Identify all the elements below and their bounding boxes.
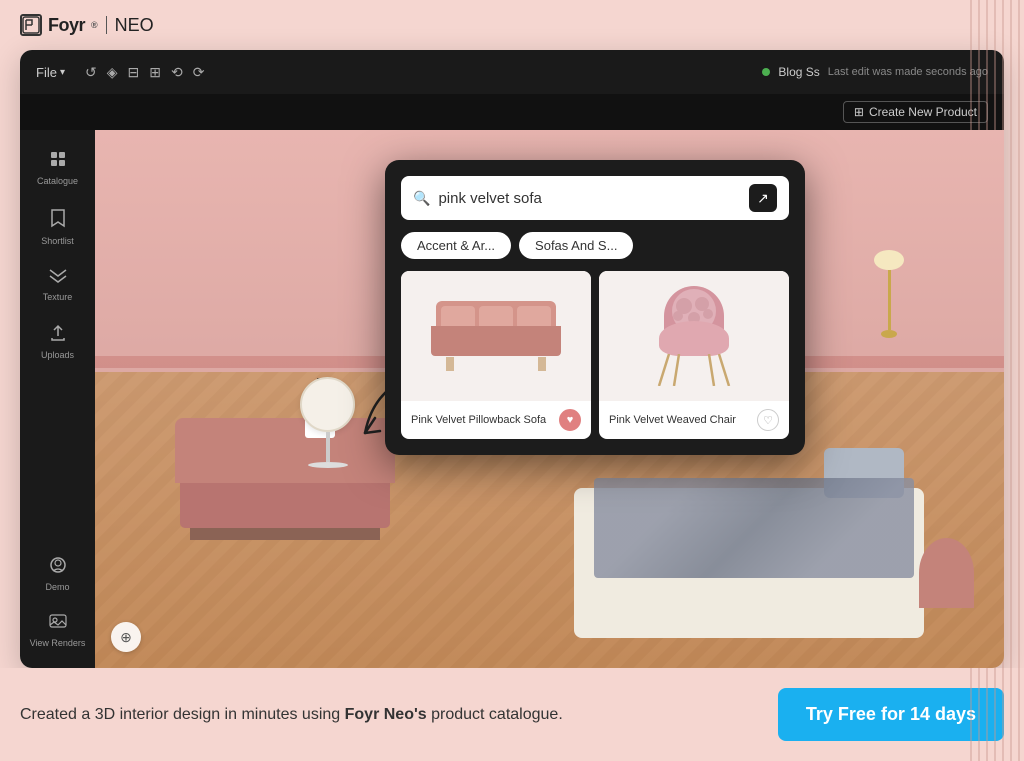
status-project-name: Blog Ss <box>778 65 819 79</box>
texture-icon <box>48 268 68 289</box>
search-result-sofa-name: Pink Velvet Pillowback Sofa <box>411 413 559 427</box>
uploads-icon <box>50 324 66 347</box>
search-result-chair-info: Pink Velvet Weaved Chair ♡ <box>599 401 789 439</box>
coffee-table <box>300 377 355 468</box>
bottom-text-bold: Foyr Neo's <box>345 706 427 723</box>
search-bar[interactable]: 🔍 ↗ <box>401 176 789 220</box>
search-result-sofa-image <box>401 271 591 401</box>
toolbar-draw-icon[interactable]: ◈ <box>107 64 118 81</box>
sidebar-texture-label: Texture <box>43 292 73 302</box>
toolbar-layers-icon[interactable]: ⊟ <box>128 64 140 81</box>
renders-icon <box>49 614 67 635</box>
toolbar-status: Blog Ss Last edit was made seconds ago <box>762 65 988 79</box>
toolbar-grid-icon[interactable]: ⊞ <box>149 64 161 81</box>
sofa-seat <box>180 483 390 528</box>
demo-icon <box>49 556 67 579</box>
search-result-sofa-info: Pink Velvet Pillowback Sofa ♥ <box>401 401 591 439</box>
room-bed <box>574 438 924 638</box>
sidebar-shortlist-label: Shortlist <box>41 236 74 246</box>
search-result-chair[interactable]: Pink Velvet Weaved Chair ♡ <box>599 271 789 439</box>
chevron-down-icon: ▾ <box>60 67 65 78</box>
compass-button[interactable]: ⊕ <box>111 622 141 652</box>
search-result-sofa[interactable]: Pink Velvet Pillowback Sofa ♥ <box>401 271 591 439</box>
room-scene: 🔍 ↗ Accent & Ar... Sofas And S... <box>95 130 1004 668</box>
search-result-chair-name: Pink Velvet Weaved Chair <box>609 413 757 427</box>
search-icon: 🔍 <box>413 190 430 207</box>
sidebar-renders-label: View Renders <box>30 638 86 648</box>
product-chair-visual <box>649 286 739 386</box>
sidebar-item-renders[interactable]: View Renders <box>26 606 90 656</box>
sofa-legs <box>190 528 380 540</box>
shortlist-icon <box>49 208 67 233</box>
lamp-pole <box>888 270 891 330</box>
status-dot-icon <box>762 68 770 76</box>
sidebar-bottom: Demo View Renders <box>26 548 90 656</box>
app-sidebar: Catalogue Shortlist Texture <box>20 130 95 668</box>
bottom-text-end: product catalogue. <box>427 706 563 723</box>
file-label: File <box>36 65 57 80</box>
room-lamp <box>874 250 904 350</box>
sidebar-item-catalogue[interactable]: Catalogue <box>20 142 95 194</box>
product-chair-legs <box>654 354 734 386</box>
lamp-shade <box>874 250 904 270</box>
bed-blanket <box>594 478 914 578</box>
product-sofa-leg-left <box>446 357 454 371</box>
search-tab-accent-label: Accent & Ar... <box>417 238 495 253</box>
toolbar-undo-icon[interactable]: ⟲ <box>171 64 183 81</box>
toolbar-redo-icon[interactable]: ⟳ <box>193 64 205 81</box>
heart-icon-sofa[interactable]: ♥ <box>559 409 581 431</box>
search-tab-sofas-label: Sofas And S... <box>535 238 617 253</box>
logo-registered: ® <box>91 20 98 30</box>
search-tab-sofas[interactable]: Sofas And S... <box>519 232 633 259</box>
search-tab-accent[interactable]: Accent & Ar... <box>401 232 511 259</box>
logo-divider <box>106 16 107 34</box>
create-new-product-button[interactable]: ⊞ Create New Product <box>843 101 988 123</box>
app-subtoolbar: ⊞ Create New Product <box>20 94 1004 130</box>
app-toolbar: File ▾ ↺ ◈ ⊟ ⊞ ⟲ ⟳ Blog Ss Last edit was… <box>20 50 1004 94</box>
toolbar-move-icon[interactable]: ↺ <box>85 64 97 81</box>
bottom-description: Created a 3D interior design in minutes … <box>20 703 778 727</box>
search-results: Pink Velvet Pillowback Sofa ♥ <box>401 271 789 439</box>
toolbar-icons: ↺ ◈ ⊟ ⊞ ⟲ ⟳ <box>85 64 204 81</box>
room-side-table <box>919 538 974 608</box>
cta-button[interactable]: Try Free for 14 days <box>778 688 1004 741</box>
catalogue-icon <box>49 150 67 173</box>
product-sofa-visual <box>426 301 566 371</box>
sidebar-item-uploads[interactable]: Uploads <box>20 316 95 368</box>
logo-neo-text: NEO <box>115 15 154 36</box>
logo: Foyr ® NEO <box>20 14 154 36</box>
product-sofa-seat <box>431 326 561 356</box>
sidebar-uploads-label: Uploads <box>41 350 74 360</box>
product-chair-seat <box>659 321 729 356</box>
product-sofa-leg-right <box>538 357 546 371</box>
logo-icon <box>20 14 42 36</box>
header: Foyr ® NEO <box>0 0 1024 50</box>
heart-icon-chair[interactable]: ♡ <box>757 409 779 431</box>
app-canvas: 🔍 ↗ Accent & Ar... Sofas And S... <box>95 130 1004 668</box>
app-screenshot: File ▾ ↺ ◈ ⊟ ⊞ ⟲ ⟳ Blog Ss Last edit was… <box>20 50 1004 668</box>
search-input[interactable] <box>438 190 749 207</box>
toolbar-file-menu[interactable]: File ▾ <box>36 65 65 80</box>
sidebar-catalogue-label: Catalogue <box>37 176 78 186</box>
lamp-base <box>881 330 897 338</box>
sidebar-item-demo[interactable]: Demo <box>26 548 90 600</box>
search-submit-icon[interactable]: ↗ <box>749 184 777 212</box>
logo-foyr-text: Foyr <box>48 15 85 36</box>
product-sofa-legs <box>446 357 546 371</box>
search-tabs: Accent & Ar... Sofas And S... <box>401 232 789 259</box>
plus-icon: ⊞ <box>854 105 864 119</box>
bottom-section: Created a 3D interior design in minutes … <box>0 668 1024 761</box>
search-result-chair-image <box>599 271 789 401</box>
sidebar-item-texture[interactable]: Texture <box>20 260 95 310</box>
sidebar-demo-label: Demo <box>45 582 69 592</box>
search-modal: 🔍 ↗ Accent & Ar... Sofas And S... <box>385 160 805 455</box>
app-body: Catalogue Shortlist Texture <box>20 130 1004 668</box>
sidebar-item-shortlist[interactable]: Shortlist <box>20 200 95 254</box>
bottom-text-plain: Created a 3D interior design in minutes … <box>20 706 345 723</box>
create-new-label: Create New Product <box>869 105 977 119</box>
status-save-text: Last edit was made seconds ago <box>828 66 988 78</box>
